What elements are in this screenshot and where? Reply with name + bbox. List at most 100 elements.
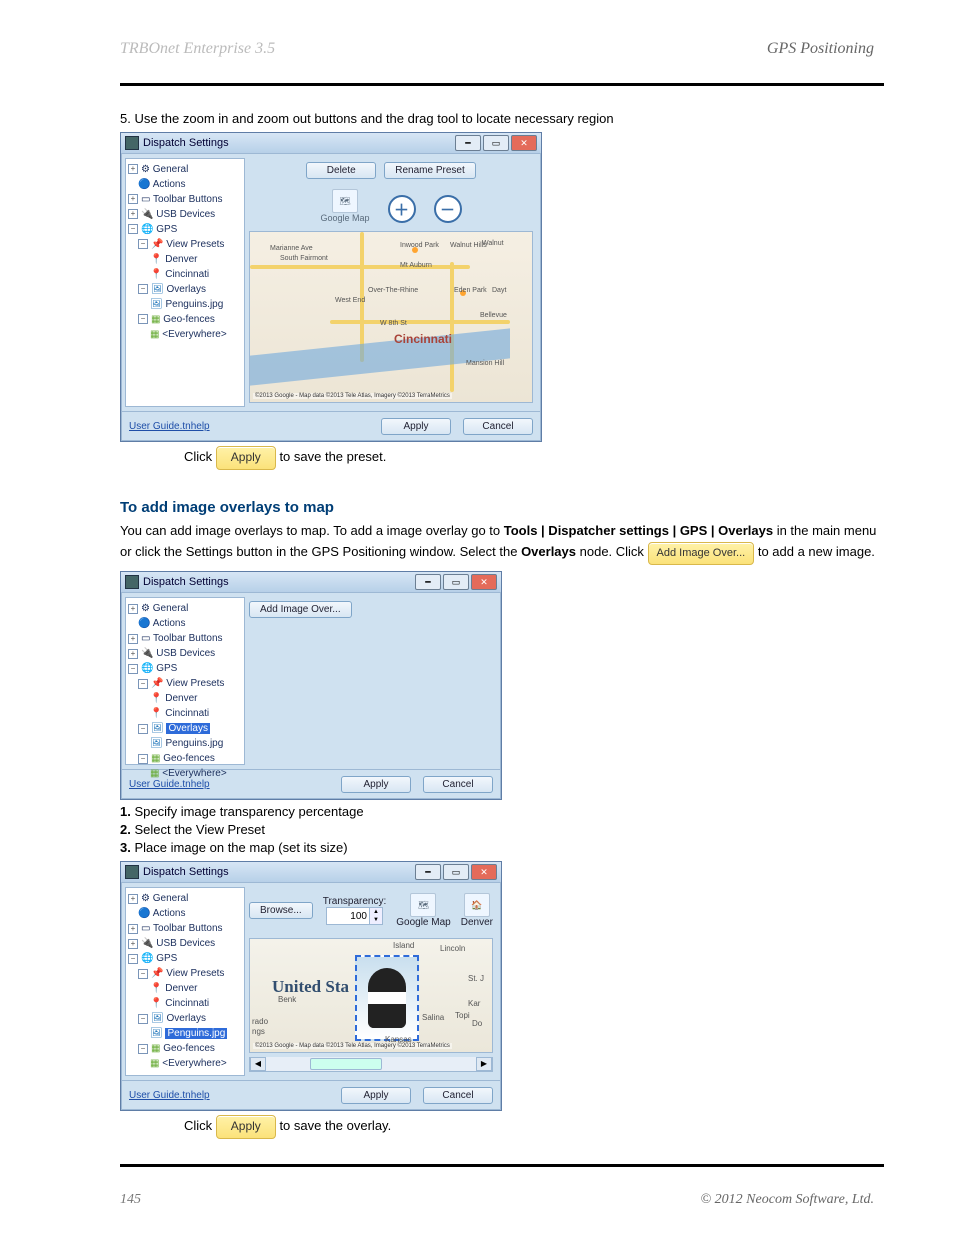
tree-geofences[interactable]: Geo-fences	[163, 1043, 215, 1054]
map-label: Over-The-Rhine	[368, 287, 418, 294]
google-map-label: Google Map	[320, 213, 369, 223]
tree-toolbar-buttons[interactable]: Toolbar Buttons	[153, 923, 223, 934]
tree-denver[interactable]: Denver	[165, 254, 197, 265]
google-map-selector[interactable]: 🗺Google Map	[320, 189, 369, 223]
user-guide-link[interactable]: User Guide.tnhelp	[129, 1090, 210, 1101]
tree-gps[interactable]: GPS	[156, 224, 177, 235]
app-icon	[125, 136, 139, 150]
tree-gps[interactable]: GPS	[156, 663, 177, 674]
map-city-label: Cincinnati	[394, 332, 452, 346]
settings-tree[interactable]: +⚙ General 🔵 Actions +▭ Toolbar Buttons …	[125, 597, 245, 765]
t: You can add image overlays to map. To ad…	[120, 523, 504, 538]
minimize-icon[interactable]: ━	[455, 135, 481, 151]
maximize-icon[interactable]: ▭	[483, 135, 509, 151]
zoom-in-icon[interactable]: ＋	[388, 195, 416, 223]
tree-toolbar-buttons[interactable]: Toolbar Buttons	[153, 633, 223, 644]
n: 1.	[120, 804, 131, 819]
transparency-stepper[interactable]: ▲▼	[326, 907, 383, 925]
scroll-left-icon[interactable]: ◀	[250, 1057, 266, 1071]
dispatch-settings-window-1: Dispatch Settings ━ ▭ ✕ +⚙ General 🔵 Act…	[120, 132, 542, 442]
minimize-icon[interactable]: ━	[415, 864, 441, 880]
cancel-button[interactable]: Cancel	[423, 1087, 493, 1104]
map-label: Bellevue	[480, 312, 507, 319]
maximize-icon[interactable]: ▭	[443, 864, 469, 880]
tree-denver[interactable]: Denver	[165, 693, 197, 704]
google-map-selector[interactable]: 🗺Google Map	[396, 893, 450, 928]
tree-everywhere[interactable]: <Everywhere>	[162, 768, 226, 779]
apply-button-inline[interactable]: Apply	[216, 1115, 276, 1139]
tree-actions[interactable]: Actions	[153, 179, 186, 190]
tree-overlays-selected[interactable]: Overlays	[166, 723, 209, 734]
tree-everywhere[interactable]: <Everywhere>	[162, 1058, 226, 1069]
spin-down-icon[interactable]: ▼	[370, 916, 382, 924]
tree-geofences[interactable]: Geo-fences	[163, 753, 215, 764]
tree-everywhere[interactable]: <Everywhere>	[162, 329, 226, 340]
preset-denver-selector[interactable]: 🏠Denver	[461, 893, 493, 928]
settings-tree[interactable]: +⚙ General 🔵 Actions +▭ Toolbar Buttons …	[125, 887, 245, 1076]
tree-penguins[interactable]: Penguins.jpg	[165, 299, 223, 310]
settings-tree[interactable]: +⚙ General 🔵 Actions +▭ Toolbar Buttons …	[125, 158, 245, 407]
footer-copyright: © 2012 Neocom Software, Ltd.	[701, 1192, 874, 1208]
tree-usb-devices[interactable]: USB Devices	[156, 648, 215, 659]
horizontal-scrollbar[interactable]: ◀ ▶	[249, 1057, 493, 1072]
tree-overlays[interactable]: Overlays	[166, 284, 205, 295]
scroll-right-icon[interactable]: ▶	[476, 1057, 492, 1071]
map-credit: ©2013 Google - Map data ©2013 Tele Atlas…	[253, 393, 452, 399]
spin-up-icon[interactable]: ▲	[370, 908, 382, 916]
tree-overlays[interactable]: Overlays	[166, 1013, 205, 1024]
close-icon[interactable]: ✕	[511, 135, 537, 151]
tree-toolbar-buttons[interactable]: Toolbar Buttons	[153, 194, 223, 205]
overlay-map-preview[interactable]: United Sta Island Lincoln St. J Kar Sali…	[249, 938, 493, 1053]
apply-button[interactable]: Apply	[341, 776, 411, 793]
close-icon[interactable]: ✕	[471, 864, 497, 880]
browse-button[interactable]: Browse...	[249, 902, 313, 919]
tree-usb-devices[interactable]: USB Devices	[156, 938, 215, 949]
google-map-label: Google Map	[396, 917, 450, 928]
tree-general[interactable]: General	[153, 893, 189, 904]
tree-general[interactable]: General	[153, 603, 189, 614]
tree-gps[interactable]: GPS	[156, 953, 177, 964]
step-5-text: Use the zoom in and zoom out buttons and…	[131, 111, 614, 126]
tree-view-presets[interactable]: View Presets	[166, 678, 224, 689]
n: 2.	[120, 822, 131, 837]
map-label: South Fairmont	[280, 255, 328, 262]
add-image-over-button[interactable]: Add Image Over...	[249, 601, 352, 618]
apply-button-inline[interactable]: Apply	[216, 446, 276, 470]
m: Topi	[455, 1011, 470, 1020]
user-guide-link[interactable]: User Guide.tnhelp	[129, 421, 210, 432]
add-image-button-inline[interactable]: Add Image Over...	[648, 542, 755, 566]
tree-actions[interactable]: Actions	[153, 618, 186, 629]
transparency-input[interactable]	[327, 910, 369, 923]
tree-usb-devices[interactable]: USB Devices	[156, 209, 215, 220]
titlebar[interactable]: Dispatch Settings ━ ▭ ✕	[121, 572, 501, 593]
tree-penguins-selected[interactable]: Penguins.jpg	[165, 1028, 227, 1039]
tree-cincinnati[interactable]: Cincinnati	[165, 269, 209, 280]
tree-penguins[interactable]: Penguins.jpg	[165, 738, 223, 749]
t: node. Click	[580, 544, 648, 559]
apply-button[interactable]: Apply	[381, 418, 451, 435]
cancel-button[interactable]: Cancel	[423, 776, 493, 793]
close-icon[interactable]: ✕	[471, 574, 497, 590]
step-1-text: Specify image transparency percentage	[134, 804, 363, 819]
scroll-thumb[interactable]	[310, 1058, 382, 1070]
titlebar[interactable]: Dispatch Settings ━ ▭ ✕	[121, 133, 541, 154]
tree-geofences[interactable]: Geo-fences	[163, 314, 215, 325]
maximize-icon[interactable]: ▭	[443, 574, 469, 590]
tree-view-presets[interactable]: View Presets	[166, 239, 224, 250]
tree-view-presets[interactable]: View Presets	[166, 968, 224, 979]
delete-button[interactable]: Delete	[306, 162, 376, 179]
map-preview[interactable]: Cincinnati Marianne Ave South Fairmont I…	[249, 231, 533, 403]
rename-preset-button[interactable]: Rename Preset	[384, 162, 475, 179]
zoom-out-icon[interactable]: －	[434, 195, 462, 223]
titlebar[interactable]: Dispatch Settings ━ ▭ ✕	[121, 862, 501, 883]
overlay-image-handle[interactable]	[355, 955, 419, 1041]
minimize-icon[interactable]: ━	[415, 574, 441, 590]
tree-denver[interactable]: Denver	[165, 983, 197, 994]
tree-cincinnati[interactable]: Cincinnati	[165, 708, 209, 719]
cancel-button[interactable]: Cancel	[463, 418, 533, 435]
tree-cincinnati[interactable]: Cincinnati	[165, 998, 209, 1009]
tree-general[interactable]: General	[153, 164, 189, 175]
n: 3.	[120, 840, 131, 855]
tree-actions[interactable]: Actions	[153, 908, 186, 919]
apply-button[interactable]: Apply	[341, 1087, 411, 1104]
